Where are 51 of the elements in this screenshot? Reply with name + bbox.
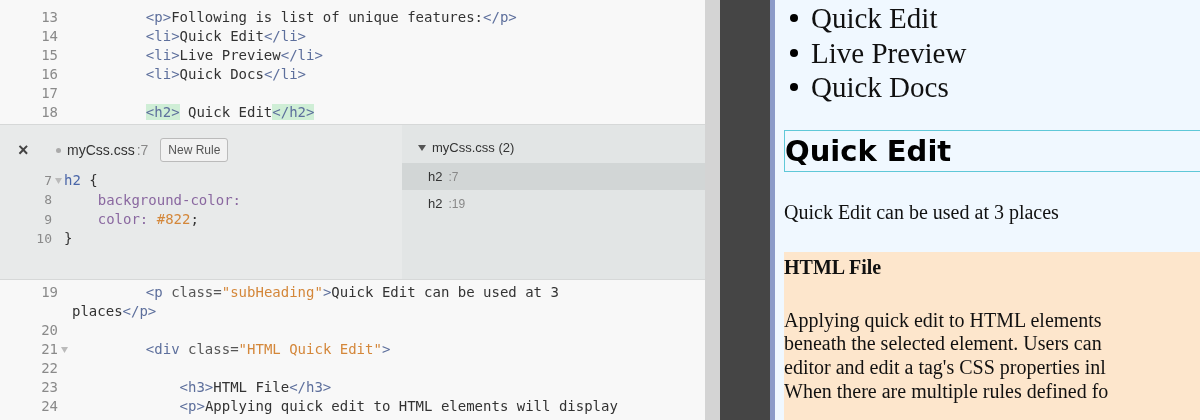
code-line: <p class="subHeading">Quick Edit can be used at 3 xyxy=(144,283,559,302)
line-number: 7 xyxy=(43,171,52,190)
bullet-icon xyxy=(790,83,798,92)
line-number: 15 xyxy=(40,46,58,65)
list-item: Live Preview xyxy=(811,35,967,70)
code-line: <li>Live Preview</li> xyxy=(144,46,323,65)
section-paragraph: Applying quick edit to HTML elements beneath the selected element. Users can editor and edit a tag's CSS properties inl When there are multiple rules defined fo xyxy=(784,308,1109,404)
code-line: places</p> xyxy=(72,302,157,321)
new-rule-button[interactable]: New Rule xyxy=(160,138,229,162)
code-line: <h2> Quick Edit</h2> xyxy=(144,103,315,122)
line-number: 14 xyxy=(40,27,58,46)
code-line: } xyxy=(64,229,73,249)
code-line: <p>Following is list of unique features:</p> xyxy=(144,8,517,27)
code-line: <h3>HTML File</h3> xyxy=(178,378,332,397)
rule-item[interactable]: h2 :7 xyxy=(402,163,705,190)
line-number: 24 xyxy=(40,397,58,416)
code-line: color: #822; xyxy=(96,210,199,229)
caret-icon[interactable] xyxy=(418,145,426,151)
line-number: 22 xyxy=(40,359,58,378)
section-title: HTML File xyxy=(784,254,883,279)
heading: Quick Edit xyxy=(784,129,1200,172)
list-item: Quick Docs xyxy=(811,70,949,105)
scrollbar[interactable] xyxy=(705,0,720,420)
line-number: 8 xyxy=(43,191,52,210)
close-button[interactable]: × xyxy=(18,136,32,164)
list-item: Quick Edit xyxy=(811,1,938,36)
bullet-icon xyxy=(790,48,798,57)
line-number: 21 xyxy=(40,340,58,359)
code-line: <li>Quick Docs</li> xyxy=(144,65,307,84)
line-number: 9 xyxy=(43,210,52,229)
code-line: background-color: xyxy=(96,190,241,210)
bullet-icon xyxy=(790,14,798,23)
line-number: 20 xyxy=(40,321,58,340)
line-number: 17 xyxy=(40,84,58,103)
code-line: h2 { xyxy=(64,171,98,191)
rules-header: myCss.css (2) xyxy=(432,139,515,158)
line-number: 16 xyxy=(40,65,58,84)
code-line: <li>Quick Edit</li> xyxy=(144,27,307,46)
code-line: <p>Applying quick edit to HTML elements will display xyxy=(178,397,618,416)
line-number: 18 xyxy=(40,103,58,122)
code-line: <div class="HTML Quick Edit"> xyxy=(144,340,391,359)
line-number: 19 xyxy=(40,283,58,302)
line-number: 13 xyxy=(40,8,58,27)
rule-item[interactable]: h2 :19 xyxy=(402,190,705,217)
line-number: 10 xyxy=(35,230,52,249)
fold-icon[interactable] xyxy=(60,346,68,353)
fold-icon[interactable] xyxy=(54,177,62,184)
subheading: Quick Edit can be used at 3 places xyxy=(784,199,1060,224)
line-number: :7 xyxy=(136,140,149,160)
file-name[interactable]: myCss.css xyxy=(67,139,135,161)
line-number: 23 xyxy=(40,378,58,397)
